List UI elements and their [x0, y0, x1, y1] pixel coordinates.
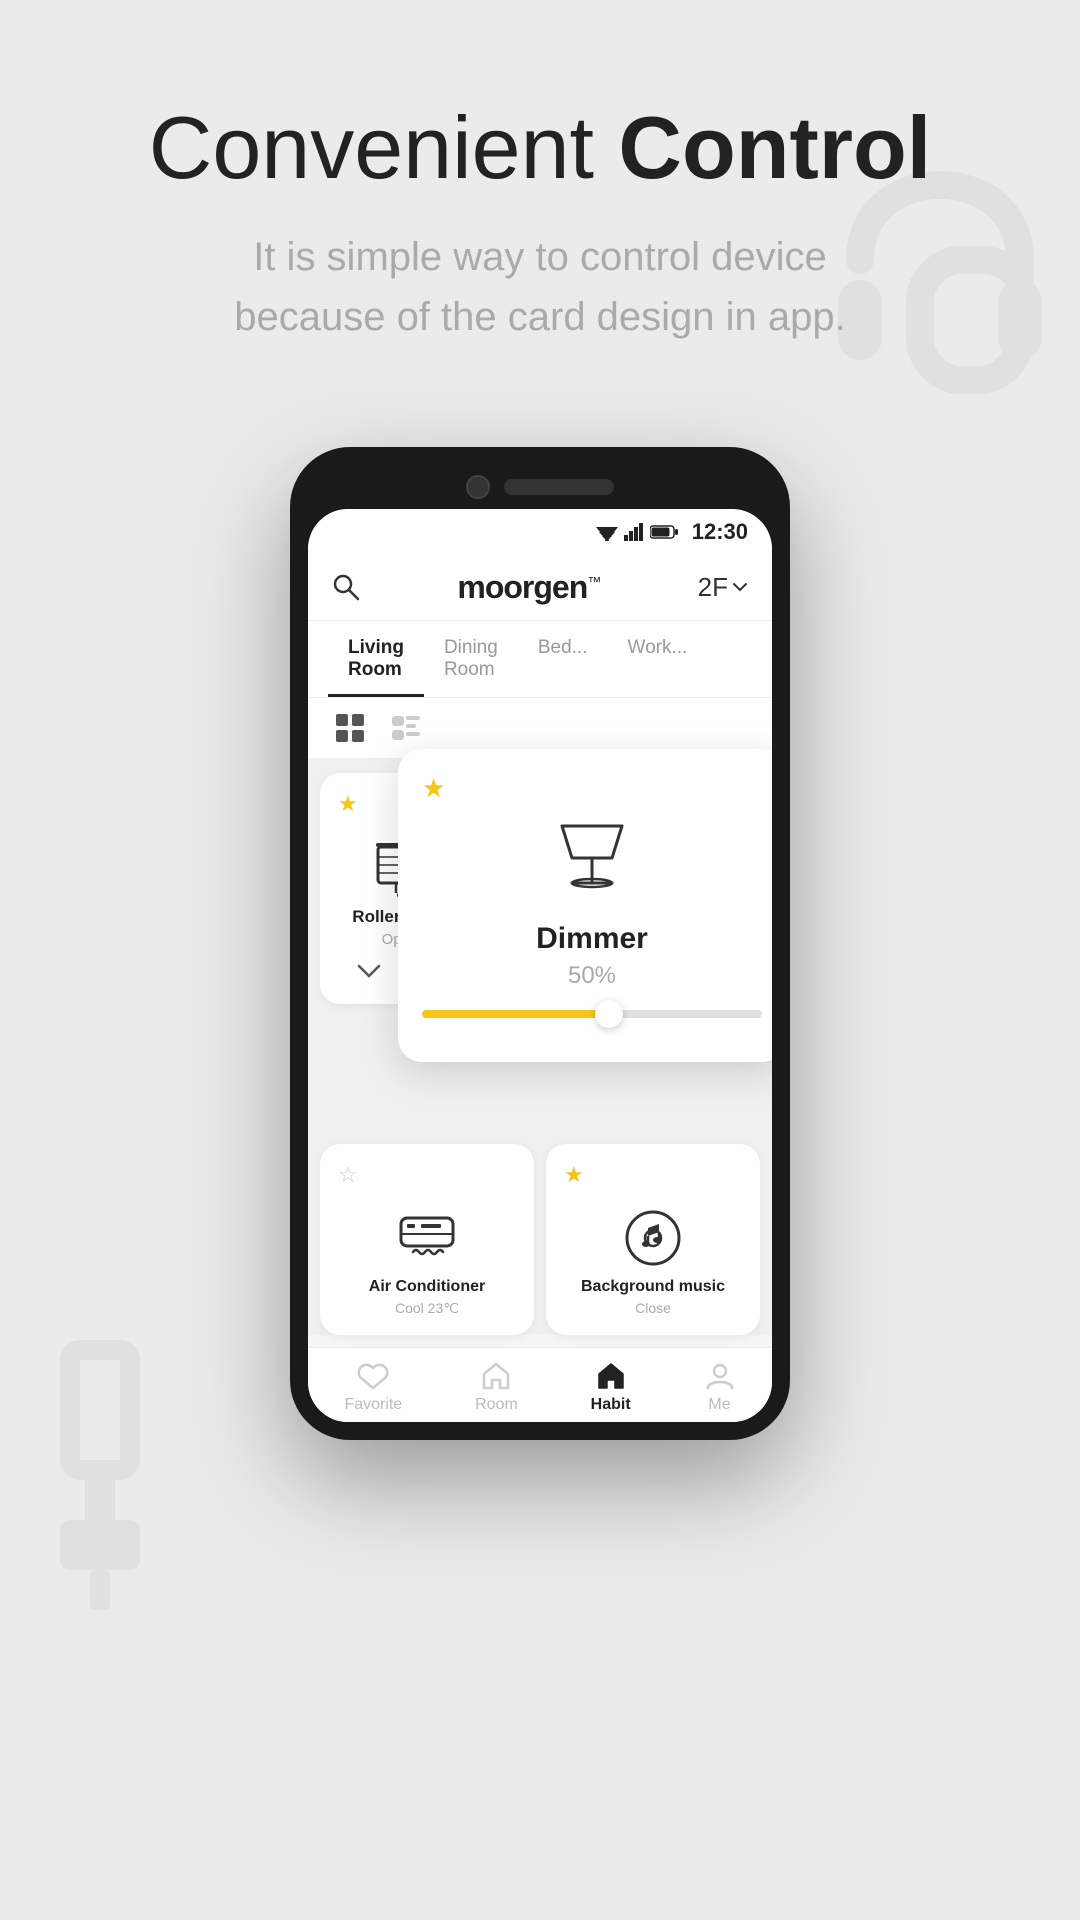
music-icon: [621, 1206, 685, 1270]
hero-subtitle: It is simple way to control device becau…: [80, 227, 1000, 347]
dimmer-icon-area: [422, 818, 762, 908]
roller-blind-down-button[interactable]: [355, 958, 383, 986]
lamp-icon: [552, 818, 632, 908]
nav-me-label: Me: [708, 1396, 730, 1414]
roller-blind-star: ★: [338, 791, 358, 817]
ac-name: Air Conditioner: [338, 1278, 516, 1296]
bg-music-card[interactable]: ★: [546, 1144, 760, 1335]
battery-icon: [650, 524, 678, 540]
ac-star: ☆: [338, 1162, 358, 1188]
grid-icon: [334, 712, 366, 744]
search-icon: [332, 573, 360, 601]
chevron-down-icon: [732, 579, 748, 595]
status-time: 12:30: [692, 519, 748, 545]
grid-view-button[interactable]: [332, 710, 368, 746]
bottom-nav: Favorite Room Habit: [308, 1347, 772, 1422]
tab-living-room[interactable]: LivingRoom: [328, 621, 424, 697]
music-status: Close: [564, 1300, 742, 1316]
nav-me[interactable]: Me: [704, 1360, 736, 1414]
music-icon-area: [564, 1206, 742, 1270]
nav-habit[interactable]: Habit: [591, 1360, 631, 1414]
air-conditioner-card[interactable]: ☆: [320, 1144, 534, 1335]
status-bar: 12:30: [308, 509, 772, 555]
nav-room-label: Room: [475, 1396, 518, 1414]
music-star: ★: [564, 1162, 584, 1188]
list-icon: [390, 712, 422, 744]
me-icon: [704, 1360, 736, 1392]
dimmer-slider-thumb[interactable]: [595, 1000, 623, 1028]
hero-section: Convenient Control It is simple way to c…: [0, 0, 1080, 407]
phone-speaker: [504, 479, 614, 495]
nav-favorite[interactable]: Favorite: [344, 1360, 402, 1414]
dimmer-star: ★: [422, 773, 762, 804]
dimmer-card[interactable]: ★ Dimmer: [398, 749, 772, 1062]
nav-habit-label: Habit: [591, 1396, 631, 1414]
app-bar: moorgen™ 2F: [308, 555, 772, 621]
nav-room[interactable]: Room: [475, 1360, 518, 1414]
cards-area: ★: [308, 759, 772, 1335]
cards-row-2: ☆: [320, 1144, 760, 1335]
habit-icon: [595, 1360, 627, 1392]
app-logo: moorgen™: [457, 569, 600, 606]
nav-favorite-label: Favorite: [344, 1396, 402, 1414]
signal-icon: [624, 523, 644, 541]
dimmer-name: Dimmer: [422, 922, 762, 956]
tab-dining-room[interactable]: DiningRoom: [424, 621, 518, 697]
hero-title: Convenient Control: [80, 100, 1000, 197]
dimmer-slider[interactable]: [422, 1010, 762, 1018]
status-icons: [596, 523, 678, 541]
dimmer-slider-fill: [422, 1010, 609, 1018]
ac-icon-area: [338, 1206, 516, 1270]
room-tabs: LivingRoom DiningRoom Bed... Work...: [308, 621, 772, 698]
chevron-down-icon: [355, 958, 383, 986]
wifi-icon: [596, 523, 618, 541]
music-name: Background music: [564, 1278, 742, 1296]
floor-selector[interactable]: 2F: [698, 572, 748, 603]
phone-frame: 12:30 moorgen™ 2F: [290, 447, 790, 1440]
dimmer-percent: 50%: [422, 962, 762, 990]
tab-work[interactable]: Work...: [607, 621, 707, 697]
phone-camera: [466, 475, 490, 499]
ac-icon: [395, 1206, 459, 1270]
list-view-button[interactable]: [388, 710, 424, 746]
favorite-icon: [357, 1360, 389, 1392]
tab-bedroom[interactable]: Bed...: [518, 621, 608, 697]
room-icon: [480, 1360, 512, 1392]
phone-screen: 12:30 moorgen™ 2F: [308, 509, 772, 1422]
search-button[interactable]: [332, 573, 360, 601]
ac-status: Cool 23℃: [338, 1300, 516, 1317]
phone-mockup: 12:30 moorgen™ 2F: [0, 407, 1080, 1440]
